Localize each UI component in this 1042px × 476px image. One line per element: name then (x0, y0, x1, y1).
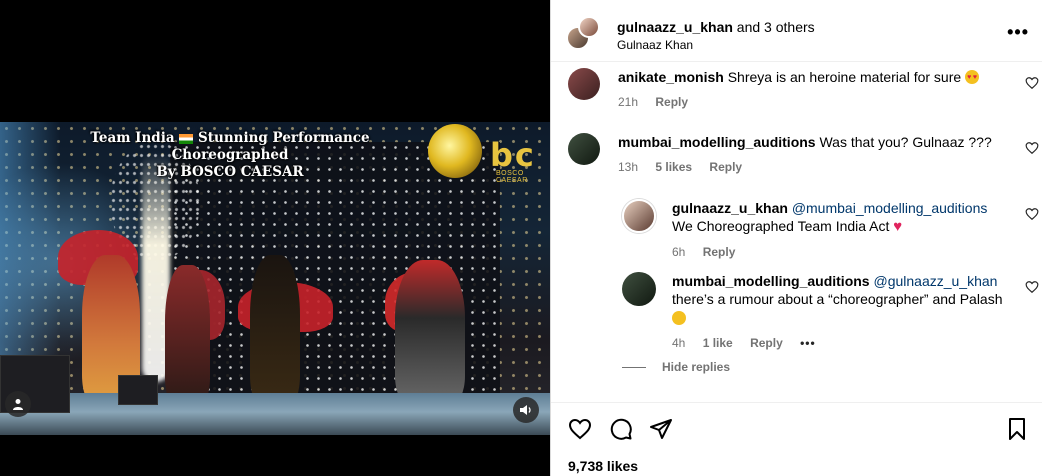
hide-replies-button[interactable]: Hide replies (622, 360, 730, 374)
divider (622, 366, 646, 368)
heart-icon[interactable] (1025, 141, 1039, 155)
post-details-panel: gulnaazz_u_khan and 3 others Gulnaaz Kha… (550, 0, 1042, 476)
comment-body: mumbai_modelling_auditions Was that you?… (618, 133, 1003, 176)
heart-eyes-emoji-icon (965, 69, 980, 87)
comment-meta: 21h Reply (618, 93, 1003, 111)
more-options-button[interactable]: ••• (1007, 22, 1029, 43)
stage-speaker (118, 375, 158, 405)
comment-username[interactable]: anikate_monish (618, 69, 724, 85)
video-overlay-title: Team India Stunning Performance Choreogr… (40, 130, 420, 181)
comments-list[interactable]: anikate_monish Shreya is an heroine mate… (551, 63, 1042, 401)
comment-icon[interactable] (609, 417, 633, 441)
heart-icon[interactable] (1025, 76, 1039, 90)
reply-button[interactable]: Reply (703, 245, 736, 259)
comment-time[interactable]: 21h (618, 95, 638, 109)
red-heart-emoji-icon: ♥ (893, 218, 903, 235)
comment-body: gulnaazz_u_khan @mumbai_modelling_auditi… (672, 199, 1003, 261)
reply-button[interactable]: Reply (750, 336, 783, 350)
bosco-caesar-logo-subtext: BOSCO CAESAR (496, 170, 528, 184)
comment-text: Shreya is an heroine material for sure (727, 69, 962, 85)
user-icon (13, 399, 23, 410)
comment-time[interactable]: 4h (672, 336, 685, 350)
comment-body: anikate_monish Shreya is an heroine mate… (618, 68, 1003, 111)
overlay-title-line1: Team India (90, 130, 175, 146)
collab-others-link[interactable]: and 3 others (733, 19, 815, 35)
comment-meta: 6h Reply (672, 243, 1003, 261)
avatar[interactable] (622, 199, 656, 233)
heart-icon[interactable] (568, 417, 592, 441)
author-username[interactable]: gulnaazz_u_khan (617, 19, 733, 35)
post-header: gulnaazz_u_khan and 3 others Gulnaaz Kha… (551, 0, 1042, 62)
comment-meta: 4h 1 like Reply ••• (672, 334, 1003, 352)
comment-username[interactable]: mumbai_modelling_auditions (618, 134, 816, 150)
share-icon[interactable] (649, 417, 673, 441)
heart-icon[interactable] (1025, 280, 1039, 294)
comment-likes[interactable]: 1 like (703, 336, 733, 350)
stage-floor (0, 393, 550, 435)
heart-icon[interactable] (1025, 207, 1039, 221)
more-options-icon: ••• (1007, 22, 1029, 42)
avatar[interactable] (622, 272, 656, 306)
dancer (165, 265, 210, 405)
avatar[interactable] (568, 68, 600, 100)
mention-link[interactable]: @mumbai_modelling_auditions (792, 200, 988, 216)
comment-text: there’s a rumour about a “choreographer”… (672, 291, 1003, 307)
post-authors[interactable]: gulnaazz_u_khan and 3 others (617, 19, 815, 35)
disco-ball (428, 124, 482, 178)
avatar[interactable] (568, 133, 600, 165)
comment-meta: 13h 5 likes Reply (618, 158, 1003, 176)
bosco-caesar-logo: bc (490, 136, 536, 174)
comment-body: mumbai_modelling_auditions @gulnaazz_u_k… (672, 272, 1003, 352)
comment-options-icon[interactable]: ••• (800, 336, 816, 350)
comment-time[interactable]: 6h (672, 245, 685, 259)
bookmark-icon[interactable] (1005, 417, 1029, 441)
post-media[interactable]: bc BOSCO CAESAR Team India Stunning Perf… (0, 0, 550, 476)
comment-likes[interactable]: 5 likes (655, 160, 692, 174)
hide-replies-label[interactable]: Hide replies (662, 360, 730, 374)
flushed-face-emoji-icon (672, 311, 686, 325)
comment-text: Was that you? Gulnaaz ??? (819, 134, 992, 150)
video-player[interactable]: bc BOSCO CAESAR Team India Stunning Perf… (0, 122, 550, 435)
comment-text: We Choreographed Team India Act (672, 218, 890, 234)
author-subtitle: Gulnaaz Khan (617, 38, 694, 52)
comment-time[interactable]: 13h (618, 160, 638, 174)
audio-toggle-button[interactable] (513, 397, 539, 423)
tagged-users-button[interactable] (5, 391, 31, 417)
reply-button[interactable]: Reply (655, 95, 688, 109)
comment-username[interactable]: mumbai_modelling_auditions (672, 273, 870, 289)
dancer (250, 255, 300, 405)
post-actions-bar (551, 402, 1042, 454)
overlay-title-line2: By BOSCO CAESAR (156, 164, 304, 180)
likes-count[interactable]: 9,738 likes (568, 458, 638, 474)
comment-username[interactable]: gulnaazz_u_khan (672, 200, 788, 216)
mention-link[interactable]: @gulnaazz_u_khan (873, 273, 997, 289)
reply-button[interactable]: Reply (709, 160, 742, 174)
overlay-title-line1b: Stunning Performance Choreographed (171, 130, 370, 163)
india-flag-icon (179, 133, 194, 144)
avatar[interactable] (578, 16, 600, 38)
speaker-icon (520, 405, 531, 415)
collab-avatars[interactable] (566, 16, 600, 50)
dancer (395, 260, 465, 405)
